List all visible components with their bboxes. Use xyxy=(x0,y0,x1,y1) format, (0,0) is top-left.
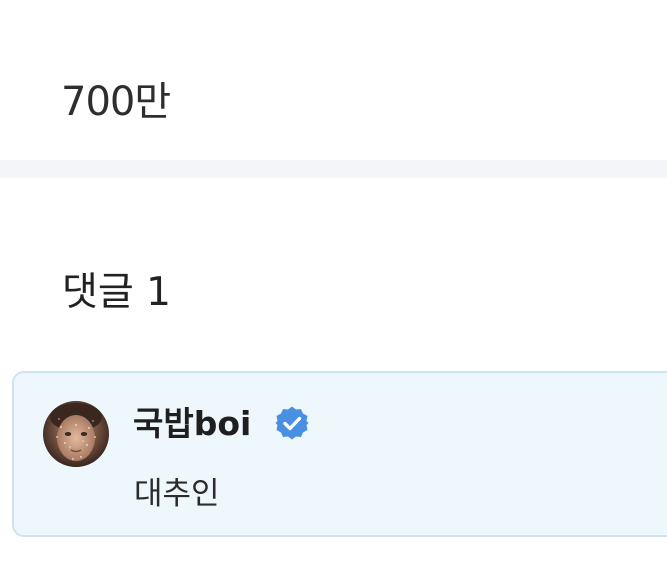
user-avatar-photo-icon xyxy=(43,401,109,467)
section-divider xyxy=(0,160,667,178)
comments-header: 댓글 1 xyxy=(62,270,171,315)
view-count: 700만 xyxy=(61,79,171,125)
stats-row: 700만 xyxy=(0,0,667,160)
verified-badge-icon xyxy=(275,406,309,440)
comment-text: 대추인 xyxy=(134,476,220,512)
avatar[interactable] xyxy=(43,401,109,467)
comment-author[interactable]: 국밥boi xyxy=(133,402,251,446)
comment-card[interactable]: 국밥boi 대추인 xyxy=(12,371,667,537)
